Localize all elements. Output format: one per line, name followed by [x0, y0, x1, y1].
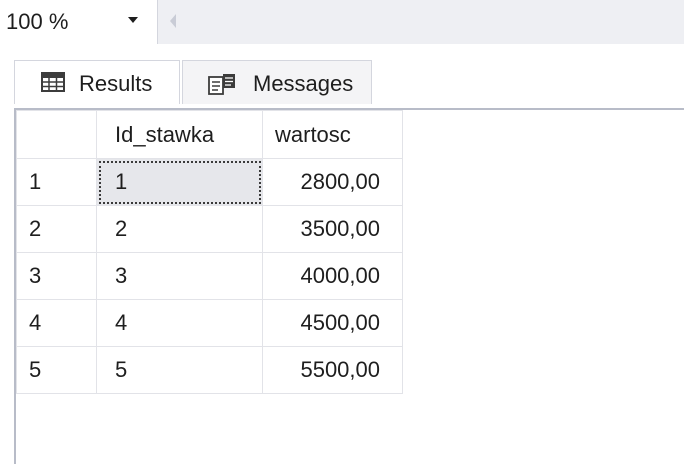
wartosc-cell[interactable]: 4000,00 — [262, 252, 403, 300]
tab-messages[interactable]: Messages — [182, 60, 372, 104]
zoom-value: 100 % — [6, 9, 69, 34]
results-pane: 100 % Results Messages Id_stawka wartosc… — [0, 0, 684, 464]
row-number-cell[interactable]: 2 — [16, 205, 97, 253]
column-header-wartosc[interactable]: wartosc — [262, 110, 403, 159]
tab-results[interactable]: Results — [14, 60, 180, 104]
chevron-down-icon[interactable] — [128, 17, 138, 23]
table-row: 5 5 5500,00 — [16, 346, 403, 394]
table-row: 1 1 2800,00 — [16, 158, 403, 206]
wartosc-cell[interactable]: 4500,00 — [262, 299, 403, 347]
column-header-row-number[interactable] — [16, 110, 97, 159]
id-stawka-cell[interactable]: 3 — [96, 252, 263, 300]
header-row: Id_stawka wartosc — [16, 110, 403, 159]
wartosc-cell[interactable]: 2800,00 — [262, 158, 403, 206]
tab-messages-label: Messages — [253, 71, 354, 96]
messages-icon — [207, 72, 237, 101]
id-stawka-cell[interactable]: 2 — [96, 205, 263, 253]
id-stawka-cell[interactable]: 4 — [96, 299, 263, 347]
grid-icon — [41, 72, 65, 97]
results-grid[interactable]: Id_stawka wartosc 1 1 2800,00 2 2 3500,0… — [14, 108, 684, 464]
row-number-cell[interactable]: 5 — [16, 346, 97, 394]
wartosc-cell[interactable]: 5500,00 — [262, 346, 403, 394]
row-number-cell[interactable]: 1 — [16, 158, 97, 206]
table-row: 3 3 4000,00 — [16, 252, 403, 300]
result-tabs: Results Messages — [0, 44, 684, 108]
scroll-left-icon[interactable] — [170, 14, 176, 28]
column-header-id-stawka[interactable]: Id_stawka — [96, 110, 263, 159]
table-row: 4 4 4500,00 — [16, 299, 403, 347]
row-number-cell[interactable]: 3 — [16, 252, 97, 300]
row-number-cell[interactable]: 4 — [16, 299, 97, 347]
wartosc-cell[interactable]: 3500,00 — [262, 205, 403, 253]
id-stawka-cell[interactable]: 5 — [96, 346, 263, 394]
results-table: Id_stawka wartosc 1 1 2800,00 2 2 3500,0… — [16, 110, 403, 394]
tab-results-label: Results — [79, 71, 153, 96]
id-stawka-cell[interactable]: 1 — [96, 158, 263, 206]
zoom-dropdown[interactable]: 100 % — [0, 0, 158, 44]
zoom-bar: 100 % — [0, 0, 684, 44]
table-row: 2 2 3500,00 — [16, 205, 403, 253]
